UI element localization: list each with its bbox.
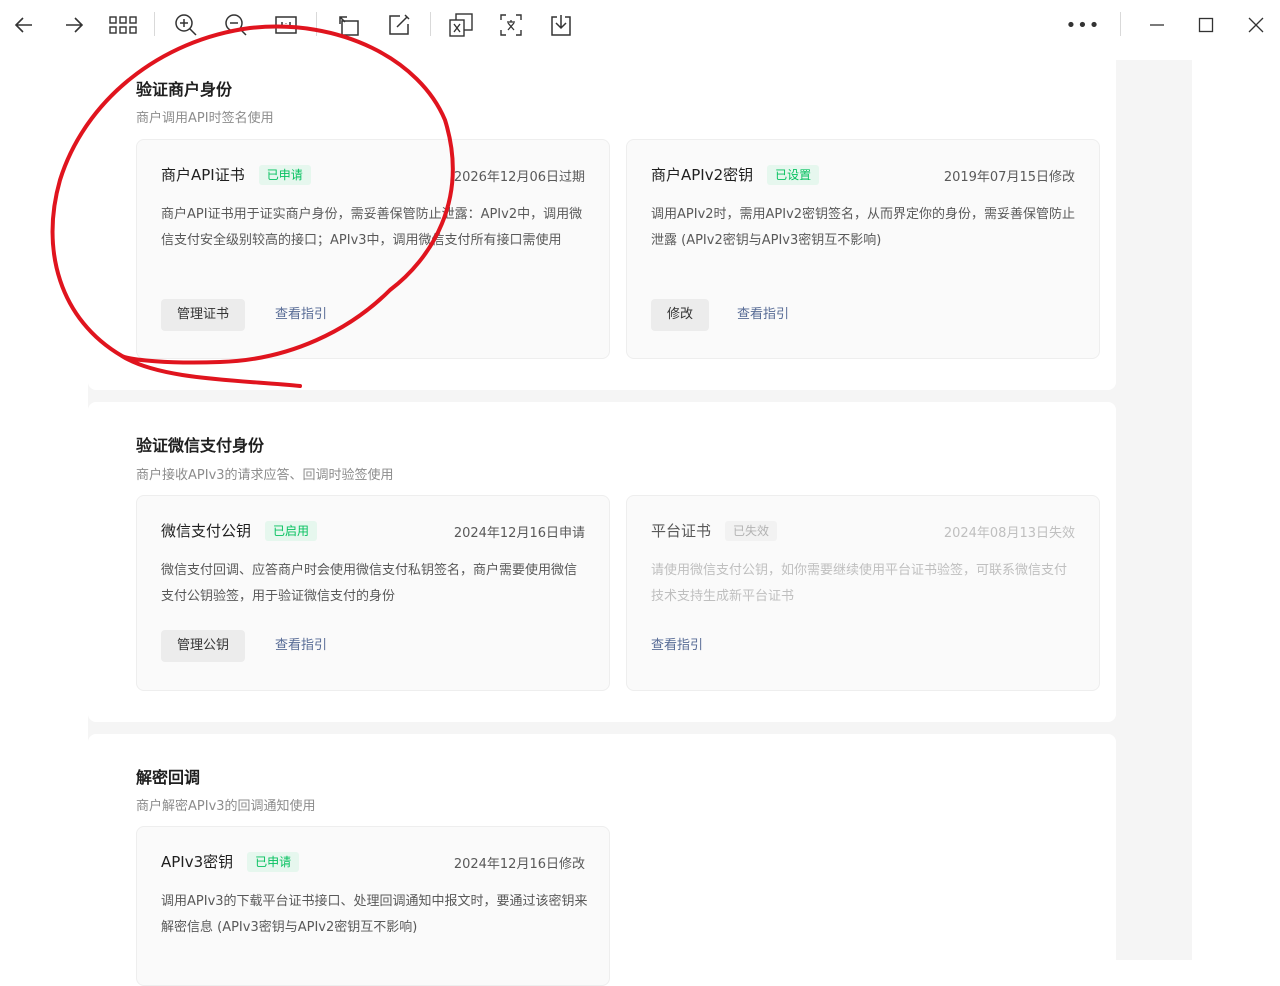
rotate-icon bbox=[339, 16, 359, 36]
manage-public-key-button[interactable]: 管理公钥 bbox=[161, 630, 246, 662]
status-badge: 已申请 bbox=[258, 164, 311, 185]
card-title: 商户API证书 已申请 bbox=[161, 164, 311, 185]
card-date: 2024年08月13日失效 bbox=[943, 526, 1075, 541]
section-decrypt-callback: 解密回调 商户解密APIv3的回调通知使用 APIv3密钥 已申请 2024年1… bbox=[88, 734, 1116, 986]
status-badge: 已申请 bbox=[247, 851, 300, 872]
section-description: 商户解密APIv3的回调通知使用 bbox=[136, 799, 316, 814]
actual-size-button[interactable] bbox=[269, 8, 303, 42]
card-description: 微信支付回调、应答商户时会使用微信支付私钥签名，商户需要使用微信支付公钥验签，用… bbox=[161, 563, 578, 604]
card-title-text: 商户APIv2密钥 bbox=[651, 166, 754, 184]
manage-cert-button[interactable]: 管理证书 bbox=[161, 299, 246, 331]
minimize-icon bbox=[1150, 24, 1164, 26]
edit-button[interactable] bbox=[382, 8, 416, 42]
maximize-icon bbox=[1198, 17, 1214, 33]
close-icon bbox=[1248, 17, 1264, 33]
view-guide-link[interactable]: 查看指引 bbox=[651, 630, 703, 662]
card-date: 2024年12月16日申请 bbox=[453, 526, 585, 541]
rotate-button[interactable] bbox=[332, 8, 366, 42]
zoom-out-button[interactable] bbox=[219, 8, 253, 42]
view-guide-link[interactable]: 查看指引 bbox=[275, 299, 327, 331]
download-icon bbox=[551, 15, 571, 36]
close-button[interactable] bbox=[1239, 8, 1273, 42]
toolbar-separator bbox=[1120, 12, 1121, 36]
edit-icon bbox=[389, 14, 410, 35]
more-icon: ••• bbox=[1065, 14, 1101, 36]
section-description: 商户调用API时签名使用 bbox=[136, 111, 274, 126]
ocr-text-button[interactable] bbox=[494, 8, 528, 42]
section-description: 商户接收APIv3的请求应答、回调时验签使用 bbox=[136, 468, 394, 483]
card-title-text: 微信支付公钥 bbox=[161, 522, 252, 540]
card-date: 2026年12月06日过期 bbox=[453, 170, 585, 185]
section-wechatpay-identity: 验证微信支付身份 商户接收APIv3的请求应答、回调时验签使用 微信支付公钥 已… bbox=[88, 402, 1116, 722]
excel-icon bbox=[449, 13, 473, 37]
arrow-right-icon bbox=[66, 17, 84, 33]
maximize-button[interactable] bbox=[1189, 8, 1223, 42]
card-title-text: APIv3密钥 bbox=[161, 853, 234, 871]
card-merchant-api-cert: 商户API证书 已申请 2026年12月06日过期 商户API证书用于证实商户身… bbox=[136, 139, 610, 359]
card-title: APIv3密钥 已申请 bbox=[161, 851, 300, 872]
status-badge: 已启用 bbox=[265, 520, 318, 541]
grid-view-button[interactable] bbox=[106, 8, 140, 42]
toolbar-separator bbox=[430, 12, 431, 36]
card-description: 请使用微信支付公钥，如你需要继续使用平台证书验签，可联系微信支付技术支持生成新平… bbox=[651, 563, 1068, 604]
view-guide-link[interactable]: 查看指引 bbox=[275, 630, 327, 662]
card-title: 商户APIv2密钥 已设置 bbox=[651, 164, 820, 185]
status-badge: 已设置 bbox=[767, 164, 820, 185]
save-button[interactable] bbox=[544, 8, 578, 42]
card-date: 2024年12月16日修改 bbox=[453, 857, 585, 872]
toolbar-separator bbox=[316, 12, 317, 36]
card-title: 微信支付公钥 已启用 bbox=[161, 520, 318, 541]
actual-size-icon bbox=[275, 16, 297, 34]
forward-button[interactable] bbox=[57, 8, 91, 42]
grid-icon bbox=[109, 16, 137, 34]
card-date: 2019年07月15日修改 bbox=[943, 170, 1075, 185]
section-title: 解密回调 bbox=[136, 768, 201, 787]
card-description: 调用APIv2时，需用APIv2密钥签名，从而界定你的身份，需妥善保管防止泄露 … bbox=[651, 207, 1076, 248]
card-wechatpay-public-key: 微信支付公钥 已启用 2024年12月16日申请 微信支付回调、应答商户时会使用… bbox=[136, 495, 610, 691]
card-apiv2-key: 商户APIv2密钥 已设置 2019年07月15日修改 调用APIv2时，需用A… bbox=[626, 139, 1100, 359]
card-description: 商户API证书用于证实商户身份，需妥善保管防止泄露：APIv2中，调用微信支付安… bbox=[161, 207, 583, 248]
section-merchant-identity: 验证商户身份 商户调用API时签名使用 商户API证书 已申请 2026年12月… bbox=[88, 40, 1116, 390]
toolbar-separator bbox=[154, 12, 155, 36]
card-title: 平台证书 已失效 bbox=[651, 520, 778, 541]
zoom-in-button[interactable] bbox=[169, 8, 203, 42]
card-title-text: 商户API证书 bbox=[161, 166, 245, 184]
zoom-in-icon bbox=[175, 14, 197, 36]
section-title: 验证商户身份 bbox=[136, 80, 233, 99]
minimize-button[interactable] bbox=[1140, 8, 1174, 42]
arrow-left-icon bbox=[14, 17, 32, 33]
status-badge: 已失效 bbox=[725, 520, 778, 541]
text-recognize-icon bbox=[500, 14, 522, 36]
card-apiv3-key: APIv3密钥 已申请 2024年12月16日修改 调用APIv3的下载平台证书… bbox=[136, 826, 610, 986]
zoom-out-icon bbox=[225, 14, 247, 36]
export-excel-button[interactable] bbox=[444, 8, 478, 42]
view-guide-link[interactable]: 查看指引 bbox=[737, 299, 789, 331]
modify-key-button[interactable]: 修改 bbox=[651, 299, 710, 331]
section-title: 验证微信支付身份 bbox=[136, 436, 265, 455]
card-description: 调用APIv3的下载平台证书接口、处理回调通知中报文时，要通过该密钥来解密信息 … bbox=[161, 894, 588, 935]
back-button[interactable] bbox=[7, 8, 41, 42]
card-platform-cert: 平台证书 已失效 2024年08月13日失效 请使用微信支付公钥，如你需要继续使… bbox=[626, 495, 1100, 691]
card-title-text: 平台证书 bbox=[651, 522, 712, 540]
more-menu-button[interactable]: ••• bbox=[1065, 8, 1101, 42]
